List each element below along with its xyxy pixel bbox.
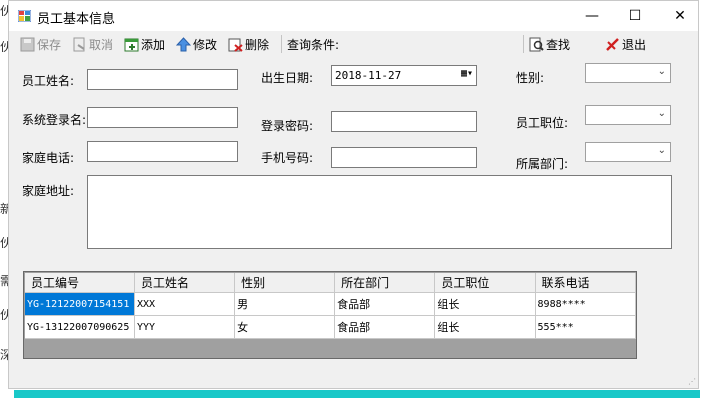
employee-grid[interactable]: 员工编号 员工姓名 性别 所在部门 员工职位 联系电话 YG-121220071… (23, 271, 637, 359)
edit-icon (176, 36, 191, 51)
delete-icon (228, 38, 243, 52)
exit-button[interactable]: 退出 (605, 34, 646, 54)
department-cell[interactable]: 食品部 (334, 292, 436, 316)
maximize-button[interactable]: ☐ (612, 1, 658, 31)
save-label: 保存 (37, 37, 62, 52)
employee-id-cell[interactable]: YG-13122007090625 (25, 315, 135, 339)
cancel-icon (73, 37, 85, 51)
login-name-field[interactable] (87, 107, 238, 128)
window-title: 员工基本信息 (37, 12, 116, 27)
column-header[interactable]: 员工职位 (434, 273, 536, 293)
query-condition-label: 查询条件: (287, 37, 340, 52)
table-header-row: 员工编号 员工姓名 性别 所在部门 员工职位 联系电话 (25, 273, 636, 293)
close-icon: ✕ (674, 8, 686, 24)
maximize-icon: ☐ (628, 8, 642, 24)
delete-label: 删除 (245, 37, 270, 52)
table-row[interactable]: YG-12122007154151 XXX 男 食品部 组长 8988**** (25, 292, 636, 316)
edit-button[interactable]: 修改 (176, 34, 217, 54)
add-button[interactable]: 添加 (124, 34, 165, 54)
cancel-button[interactable]: 取消 (72, 34, 113, 54)
delete-button[interactable]: 删除 (228, 34, 269, 54)
home-address-field[interactable] (87, 175, 672, 249)
calendar-icon: ▦▾ (460, 68, 473, 79)
employee-info-window: 员工基本信息 — ☐ ✕ 保存 取消 添加 修改 删除 查询条件: ▼ (8, 0, 699, 389)
app-icon (18, 10, 31, 22)
phone-cell[interactable]: 8988**** (535, 292, 636, 316)
minimize-button[interactable]: — (569, 1, 615, 31)
save-icon (20, 37, 35, 51)
column-header[interactable]: 所在部门 (334, 273, 436, 293)
employee-name-field[interactable] (87, 69, 238, 90)
birth-date-picker[interactable]: 2018-11-27 ▦▾ (331, 65, 477, 86)
mobile-field[interactable] (331, 147, 477, 168)
table-row[interactable]: YG-13122007090625 YYY 女 食品部 组长 555*** (25, 315, 636, 339)
exit-label: 退出 (622, 37, 647, 52)
password-field[interactable] (331, 111, 477, 132)
home-address-label: 家庭地址: (22, 184, 75, 198)
background-teal-strip (14, 390, 700, 398)
position-cell[interactable]: 组长 (434, 315, 536, 339)
chevron-down-icon: ⌄ (657, 66, 666, 77)
employee-id-cell[interactable]: YG-12122007154151 (25, 292, 135, 316)
employee-name-label: 员工姓名: (22, 74, 75, 88)
birth-date-value: 2018-11-27 (335, 69, 402, 82)
add-icon (124, 38, 139, 51)
cancel-label: 取消 (89, 37, 114, 52)
employee-name-cell[interactable]: XXX (134, 292, 236, 316)
gender-cell[interactable]: 女 (234, 315, 336, 339)
home-phone-field[interactable] (87, 141, 238, 162)
birth-date-label: 出生日期: (261, 71, 314, 85)
phone-cell[interactable]: 555*** (535, 315, 636, 339)
department-label: 所属部门: (516, 157, 569, 171)
department-select[interactable]: ⌄ (585, 142, 671, 162)
toolbar-separator (281, 35, 282, 53)
column-header[interactable]: 员工姓名 (134, 273, 236, 293)
minimize-icon: — (585, 8, 599, 24)
toolbar: 保存 取消 添加 修改 删除 查询条件: ▼ 查找 退出 (9, 31, 698, 84)
resize-grip-icon[interactable]: ⋰ (688, 377, 696, 386)
position-select[interactable]: ⌄ (585, 105, 671, 125)
find-label: 查找 (546, 37, 571, 52)
position-cell[interactable]: 组长 (434, 292, 536, 316)
find-icon (529, 37, 544, 51)
mobile-label: 手机号码: (261, 151, 314, 165)
home-phone-label: 家庭电话: (22, 151, 75, 165)
login-name-label: 系统登录名: (22, 113, 87, 127)
exit-icon (606, 37, 619, 51)
chevron-down-icon: ⌄ (657, 108, 666, 119)
column-header[interactable]: 联系电话 (535, 273, 636, 293)
column-header[interactable]: 性别 (234, 273, 336, 293)
edit-label: 修改 (193, 37, 218, 52)
department-cell[interactable]: 食品部 (334, 315, 436, 339)
toolbar-separator (523, 35, 524, 53)
gender-label: 性别: (516, 71, 545, 85)
position-label: 员工职位: (516, 116, 569, 130)
employee-name-cell[interactable]: YYY (134, 315, 236, 339)
column-header[interactable]: 员工编号 (25, 273, 135, 293)
save-button[interactable]: 保存 (20, 34, 61, 54)
password-label: 登录密码: (261, 119, 314, 133)
add-label: 添加 (141, 37, 166, 52)
close-button[interactable]: ✕ (657, 1, 703, 31)
find-button[interactable]: 查找 (529, 34, 570, 54)
employee-table: 员工编号 员工姓名 性别 所在部门 员工职位 联系电话 YG-121220071… (25, 273, 636, 339)
chevron-down-icon: ⌄ (657, 145, 666, 156)
gender-cell[interactable]: 男 (234, 292, 336, 316)
gender-select[interactable]: ⌄ (585, 63, 671, 83)
title-bar[interactable]: 员工基本信息 — ☐ ✕ (9, 1, 698, 31)
